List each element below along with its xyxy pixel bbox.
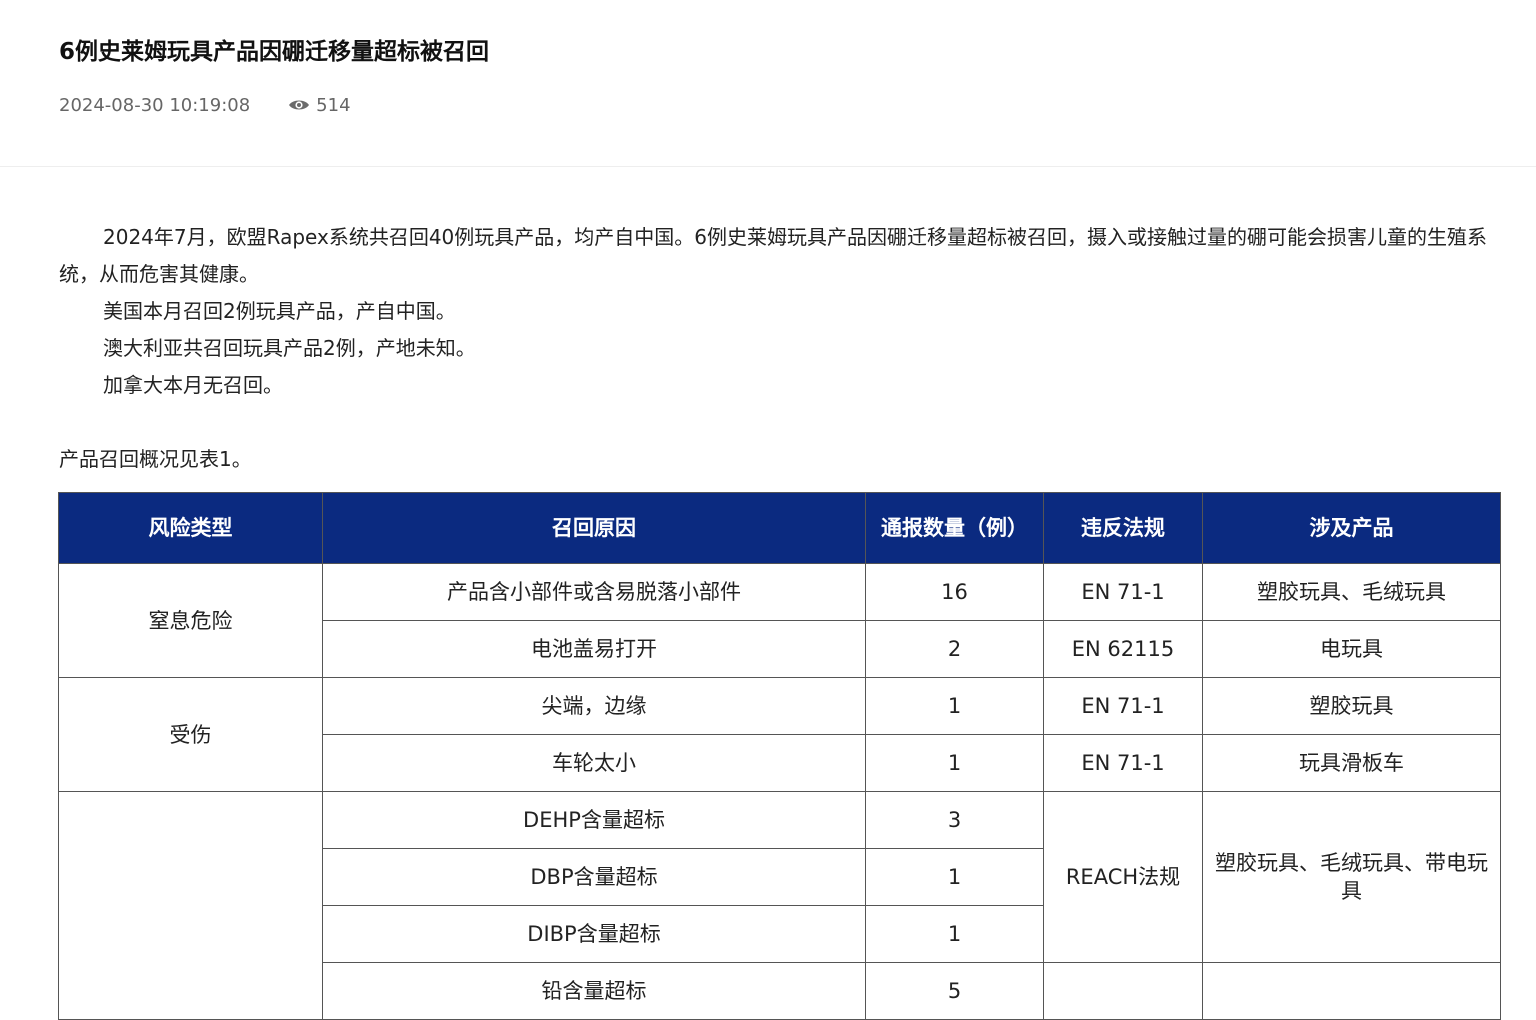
- view-count-value: 514: [316, 94, 351, 116]
- publish-date: 2024-08-30 10:19:08: [59, 94, 251, 116]
- reason-cell: 车轮太小: [322, 734, 866, 792]
- count-cell: 1: [865, 905, 1044, 963]
- header-risk-type: 风险类型: [58, 492, 323, 564]
- table-row: 窒息危险 产品含小部件或含易脱落小部件 16 EN 71-1 塑胶玩具、毛绒玩具: [58, 563, 1501, 678]
- regulation-cell: EN 62115: [1043, 620, 1203, 678]
- paragraph: 加拿大本月无召回。: [103, 373, 283, 397]
- paragraph: 美国本月召回2例玩具产品，产自中国。: [103, 299, 456, 323]
- reason-cell: 尖端，边缘: [322, 677, 866, 735]
- product-cell: 塑胶玩具、毛绒玩具: [1202, 563, 1501, 621]
- count-cell: 16: [865, 563, 1044, 621]
- regulation-cell: EN 71-1: [1043, 563, 1203, 621]
- risk-type-cell: 受伤: [58, 677, 323, 792]
- view-count: 514: [288, 94, 351, 116]
- regulation-cell: REACH法规: [1043, 791, 1203, 963]
- product-cell: 电玩具: [1202, 620, 1501, 678]
- recall-table: 风险类型 召回原因 通报数量（例） 违反法规 涉及产品 窒息危险 产品含小部件或…: [58, 492, 1501, 1020]
- count-cell: 1: [865, 734, 1044, 792]
- table-row: 受伤 尖端，边缘 1 EN 71-1 塑胶玩具: [58, 677, 1501, 792]
- reason-cell: 产品含小部件或含易脱落小部件: [322, 563, 866, 621]
- paragraph: 2024年7月，欧盟Rapex系统共召回40例玩具产品，均产自中国。6例史莱姆玩…: [59, 225, 1487, 286]
- paragraph: 澳大利亚共召回玩具产品2例，产地未知。: [103, 336, 476, 360]
- table-header-row: 风险类型 召回原因 通报数量（例） 违反法规 涉及产品: [58, 492, 1501, 564]
- product-cell: 塑胶玩具、毛绒玩具、带电玩具: [1202, 791, 1501, 963]
- count-cell: 3: [865, 791, 1044, 849]
- article-header: 6例史莱姆玩具产品因硼迁移量超标被召回 2024-08-30 10:19:08 …: [0, 0, 1536, 167]
- table-row: DEHP含量超标 3 REACH法规 塑胶玩具、毛绒玩具、带电玩具: [58, 791, 1501, 1020]
- eye-icon: [289, 100, 310, 110]
- regulation-cell: EN 71-1: [1043, 677, 1203, 735]
- risk-type-cell: 窒息危险: [58, 563, 323, 678]
- reason-cell: DBP含量超标: [322, 848, 866, 906]
- risk-type-cell: [58, 791, 323, 1020]
- reason-cell: 电池盖易打开: [322, 620, 866, 678]
- reason-cell: DEHP含量超标: [322, 791, 866, 849]
- header-count: 通报数量（例）: [865, 492, 1044, 564]
- count-cell: 1: [865, 848, 1044, 906]
- product-cell: 玩具滑板车: [1202, 734, 1501, 792]
- header-reason: 召回原因: [322, 492, 866, 564]
- regulation-cell: EN 71-1: [1043, 734, 1203, 792]
- count-cell: 1: [865, 677, 1044, 735]
- header-regulation: 违反法规: [1043, 492, 1203, 564]
- reason-cell: DIBP含量超标: [322, 905, 866, 963]
- count-cell: 2: [865, 620, 1044, 678]
- article-title: 6例史莱姆玩具产品因硼迁移量超标被召回: [59, 39, 490, 65]
- product-cell: [1202, 962, 1501, 1020]
- regulation-cell: [1043, 962, 1203, 1020]
- article-meta: 2024-08-30 10:19:08 514: [59, 92, 351, 118]
- count-cell: 5: [865, 962, 1044, 1020]
- article-body: 2024年7月，欧盟Rapex系统共召回40例玩具产品，均产自中国。6例史莱姆玩…: [59, 219, 1499, 478]
- product-cell: 塑胶玩具: [1202, 677, 1501, 735]
- table-intro: 产品召回概况见表1。: [59, 447, 252, 471]
- reason-cell: 铅含量超标: [322, 962, 866, 1020]
- header-product: 涉及产品: [1202, 492, 1501, 564]
